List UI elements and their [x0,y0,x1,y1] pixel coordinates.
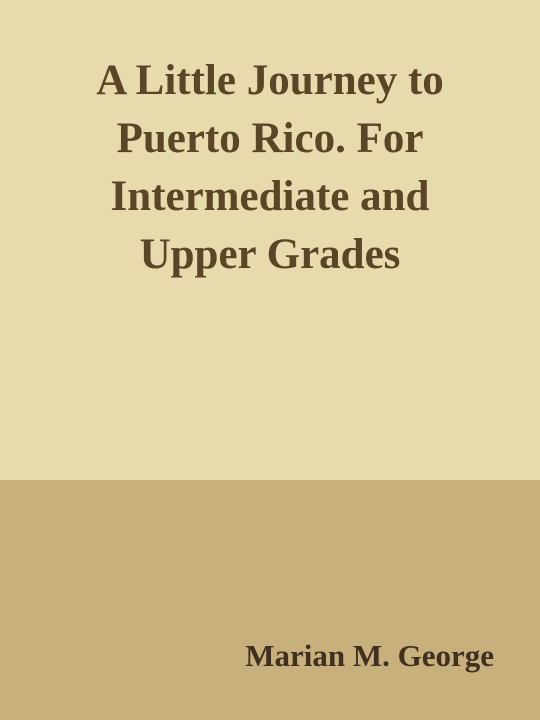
book-title: A Little Journey to Puerto Rico. For Int… [20,52,520,284]
title-line-3: Intermediate and [110,173,430,220]
title-line-4: Upper Grades [139,231,401,278]
book-cover: A Little Journey to Puerto Rico. For Int… [0,0,540,720]
title-line-1: A Little Journey to [96,57,444,104]
author-panel [0,480,540,720]
book-author: Marian M. George [245,638,494,673]
title-line-2: Puerto Rico. For [116,115,424,162]
